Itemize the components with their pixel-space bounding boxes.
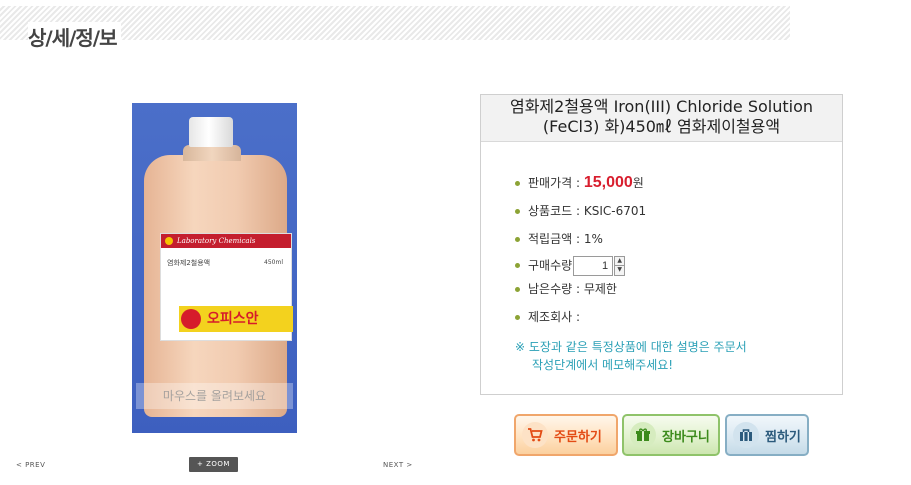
points-row: 적립금액 : 1%: [513, 230, 603, 247]
stock-row: 남은수량 : 무제한: [513, 280, 617, 297]
stock-value: 무제한: [583, 282, 617, 296]
points-value: 1%: [583, 232, 603, 246]
bottle-label: Laboratory Chemicals 염화제2철용액 450ml 오피스안: [160, 233, 293, 341]
bottle-cap: [189, 117, 233, 147]
quantity-input[interactable]: 1: [573, 256, 614, 276]
product-name-line2: (FeCl3) 화)450㎖ 염화제이철용액: [542, 117, 781, 136]
quantity-down-icon[interactable]: ▼: [614, 266, 626, 276]
notice-line2: 작성단계에서 메모해주세요!: [532, 358, 674, 372]
product-name: 염화제2철용액 Iron(III) Chloride Solution (FeC…: [481, 95, 842, 142]
label-brand-text: 오피스안: [207, 311, 259, 327]
page-title: 상/세/정/보: [28, 22, 121, 51]
quantity-label: 구매수량: [528, 258, 573, 273]
next-link[interactable]: NEXT >: [383, 461, 413, 469]
price-row: 판매가격 : 15,000원: [513, 174, 644, 192]
order-notice: ※ 도장과 같은 특정상품에 대한 설명은 주문서 작성단계에서 메모해주세요!: [515, 338, 747, 374]
product-name-line1: 염화제2철용액 Iron(III) Chloride Solution: [509, 97, 814, 116]
notice-line1: ※ 도장과 같은 특정상품에 대한 설명은 주문서: [515, 340, 747, 354]
add-to-cart-button[interactable]: 장바구니: [622, 414, 720, 456]
product-image[interactable]: Laboratory Chemicals 염화제2철용액 450ml 오피스안 …: [132, 103, 297, 433]
prev-link[interactable]: < PREV: [16, 461, 45, 469]
wishlist-button-label: 찜하기: [765, 429, 801, 445]
price-label: 판매가격 :: [528, 176, 584, 190]
quantity-row: 구매수량 1 ▲ ▼: [513, 256, 626, 276]
bag-icon: [733, 422, 759, 448]
label-brand: 오피스안: [179, 306, 293, 332]
stock-label: 남은수량 :: [528, 282, 584, 296]
label-header: Laboratory Chemicals: [161, 234, 291, 248]
quantity-up-icon[interactable]: ▲: [614, 256, 626, 266]
image-hover-hint: 마우스를 올려보세요: [136, 383, 293, 409]
code-row: 상품코드 : KSIC-6701: [513, 202, 646, 219]
add-to-cart-button-label: 장바구니: [662, 429, 710, 445]
wishlist-button[interactable]: 찜하기: [725, 414, 809, 456]
label-volume: 450ml: [264, 259, 283, 266]
points-label: 적립금액 :: [528, 232, 584, 246]
maker-label: 제조회사 :: [528, 310, 581, 324]
order-button[interactable]: 주문하기: [514, 414, 618, 456]
zoom-button[interactable]: + ZOOM: [189, 457, 238, 472]
cart-icon: [522, 422, 548, 448]
quantity-stepper: ▲ ▼: [614, 256, 626, 276]
brand-logo-icon: [181, 309, 201, 329]
maker-row: 제조회사 :: [513, 308, 580, 325]
bottle-neck: [183, 145, 241, 161]
code-label: 상품코드 :: [528, 204, 584, 218]
gift-icon: [630, 422, 656, 448]
price-value: 15,000: [583, 174, 633, 191]
order-button-label: 주문하기: [554, 429, 602, 445]
price-unit: 원: [632, 176, 644, 190]
code-value: KSIC-6701: [583, 204, 647, 218]
product-info-panel: 염화제2철용액 Iron(III) Chloride Solution (FeC…: [480, 94, 843, 395]
